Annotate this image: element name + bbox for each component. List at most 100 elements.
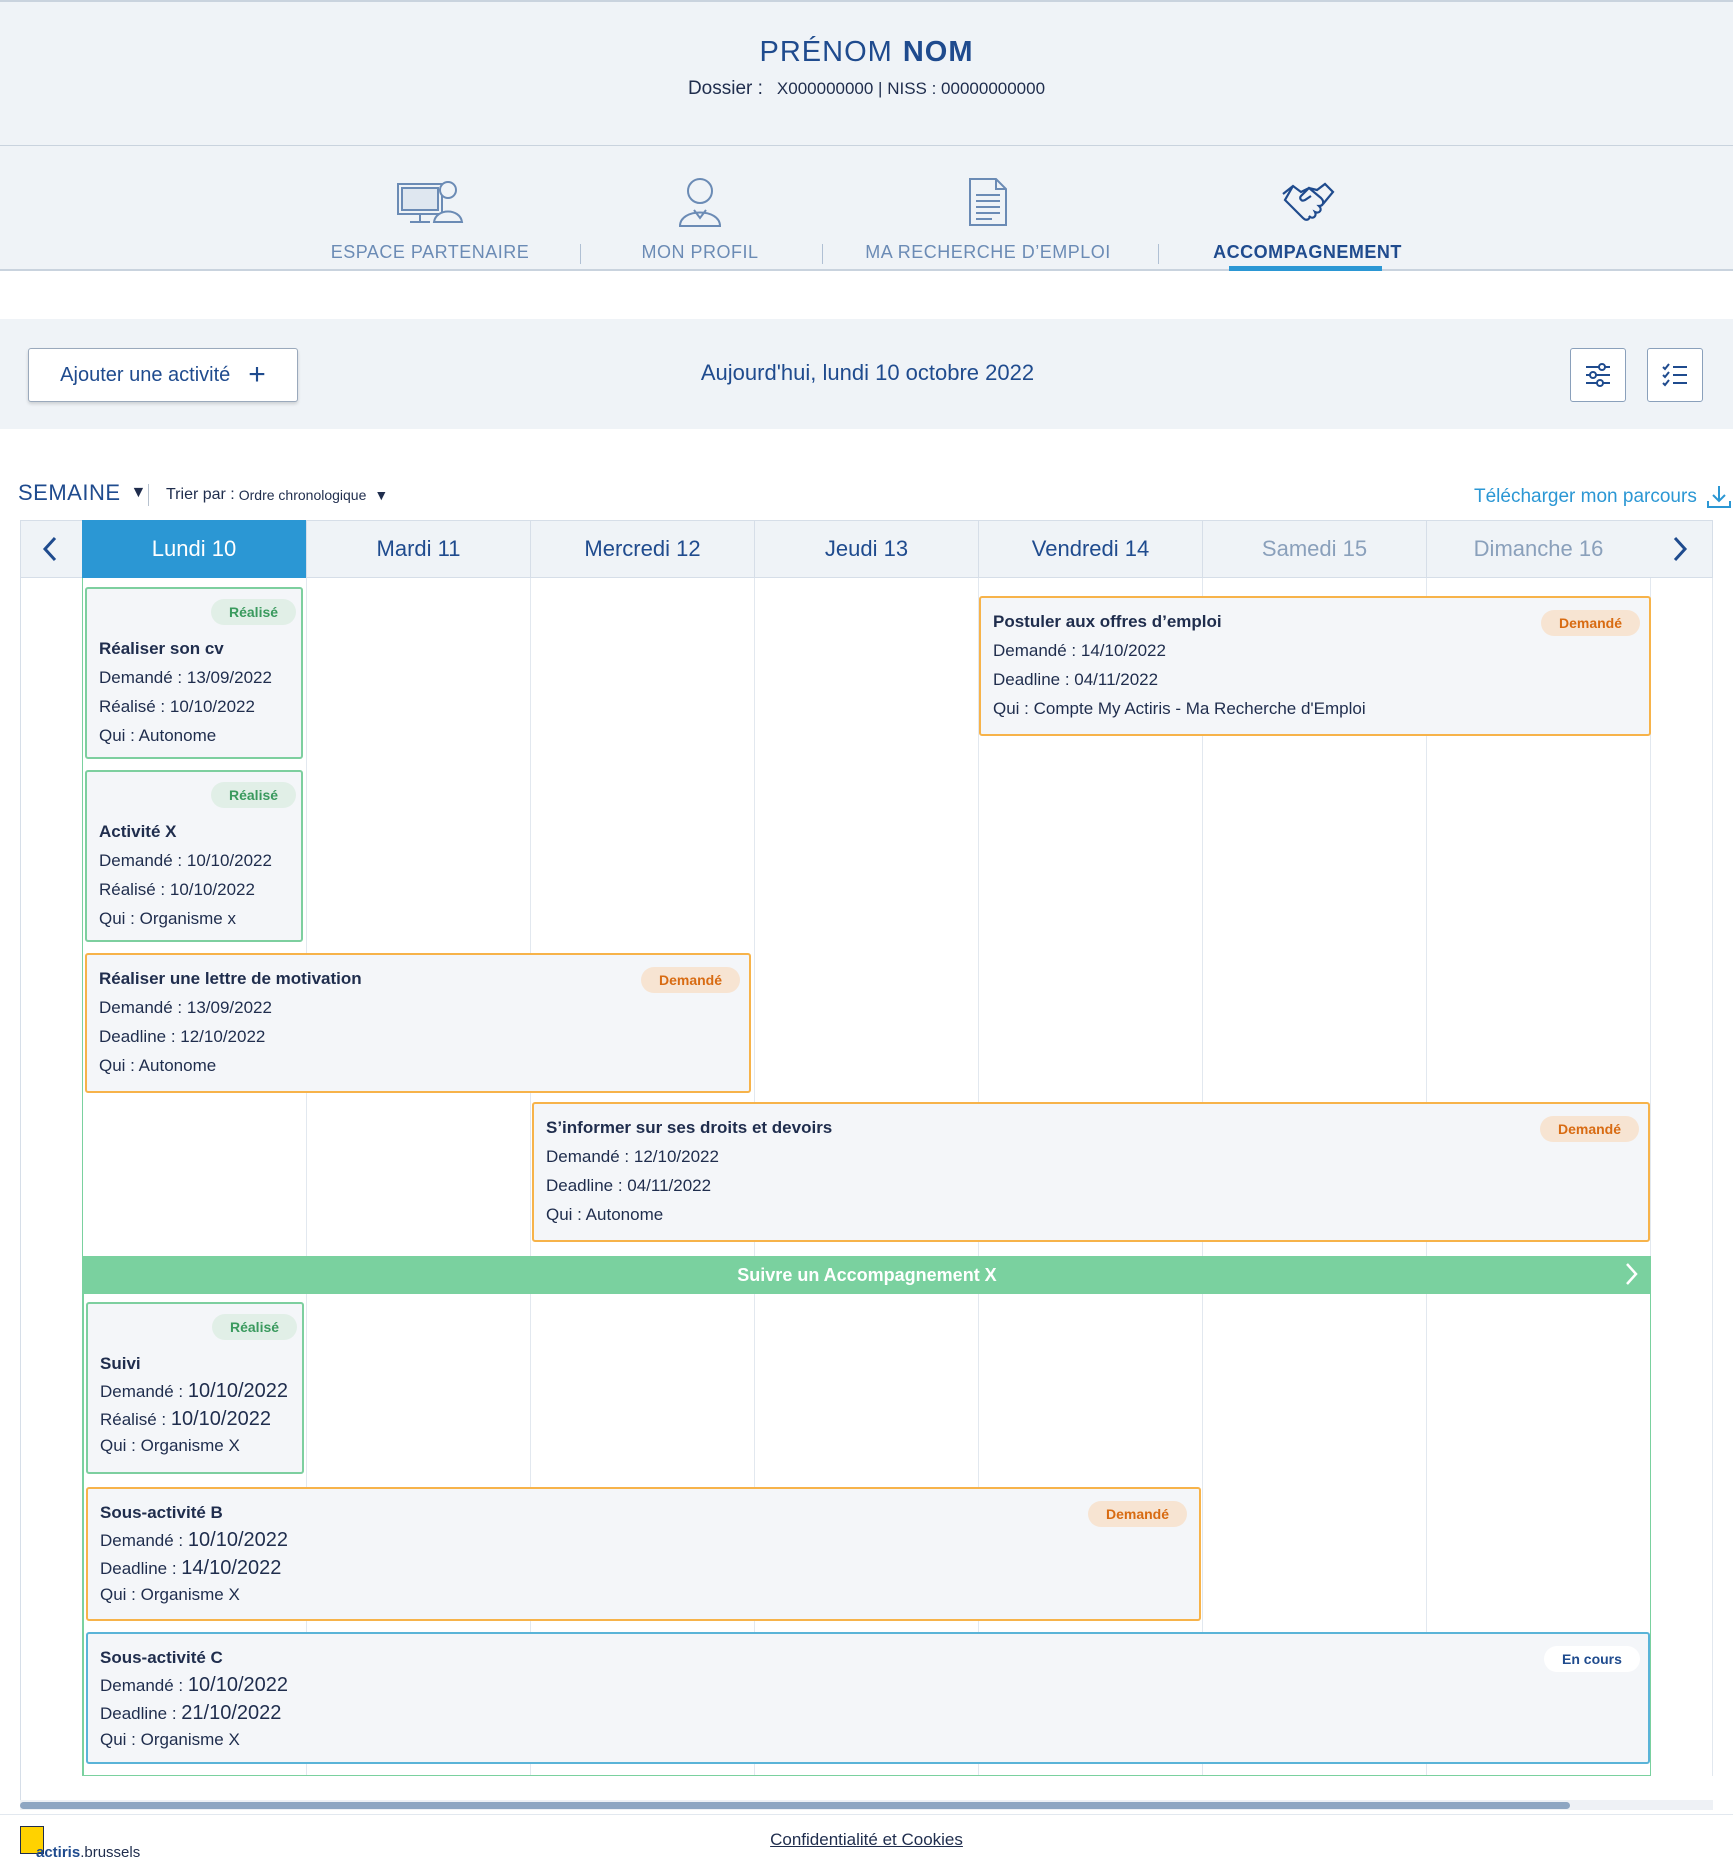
activity-who: Qui : Autonome <box>99 1056 217 1075</box>
scrollbar-thumb[interactable] <box>20 1802 1570 1809</box>
activity-who: Qui : Autonome <box>99 726 217 745</box>
activity-who: Qui : Compte My Actiris - Ma Recherche d… <box>993 699 1366 718</box>
activity-requested: Demandé : 14/10/2022 <box>993 641 1166 660</box>
activity-card-postuler[interactable]: Demandé Postuler aux offres d’emploi Dem… <box>979 596 1651 736</box>
activity-requested: Demandé : 10/10/2022 <box>99 851 272 870</box>
status-badge: En cours <box>1544 1646 1640 1672</box>
chevron-right-icon[interactable] <box>1624 1262 1638 1286</box>
add-activity-label: Ajouter une activité <box>60 363 231 386</box>
nav-item-accompagnement[interactable]: ACCOMPAGNEMENT <box>1213 146 1401 271</box>
download-label: Télécharger mon parcours <box>1474 486 1697 507</box>
user-icon <box>665 174 735 230</box>
status-badge: Demandé <box>1088 1501 1188 1527</box>
nav-label-accompagnement: ACCOMPAGNEMENT <box>1213 242 1402 262</box>
footer-divider <box>0 1814 1733 1815</box>
sort-select[interactable]: Trier par : Ordre chronologique ▼ <box>166 486 388 504</box>
activity-requested: Demandé : 13/09/2022 <box>99 998 272 1017</box>
activity-card-sous-activite-b[interactable]: Demandé Sous-activité B Demandé : 10/10/… <box>86 1487 1201 1621</box>
activity-who: Qui : Autonome <box>546 1205 664 1224</box>
day-header-mercredi[interactable]: Mercredi 12 <box>530 520 754 578</box>
sliders-icon <box>1586 363 1610 387</box>
period-select[interactable]: SEMAINE ▼ <box>18 480 147 506</box>
download-link[interactable]: Télécharger mon parcours <box>1474 485 1731 509</box>
activity-done: Réalisé : 10/10/2022 <box>99 697 255 716</box>
activity-requested: Demandé : 10/10/2022 <box>100 1380 289 1402</box>
add-activity-button[interactable]: Ajouter une activité + <box>28 348 298 402</box>
nav-separator <box>1158 244 1159 264</box>
activity-deadline: Deadline : 04/11/2022 <box>993 670 1159 689</box>
activity-done: Réalisé : 10/10/2022 <box>100 1408 271 1430</box>
activity-who: Qui : Organisme X <box>100 1436 240 1455</box>
document-icon <box>953 174 1023 230</box>
nav-label-espace-partenaire: ESPACE PARTENAIRE <box>330 242 530 262</box>
day-header-dimanche[interactable]: Dimanche 16 <box>1426 520 1650 578</box>
handshake-icon <box>1273 174 1343 230</box>
dossier-value: X000000000 | NISS : 00000000000 <box>776 79 1046 98</box>
profile-header <box>0 0 1733 146</box>
day-header-vendredi[interactable]: Vendredi 14 <box>978 520 1202 578</box>
activity-card-realiser-cv[interactable]: Réalisé Réaliser son cv Demandé : 13/09/… <box>85 587 303 759</box>
activity-deadline: Deadline : 04/11/2022 <box>546 1176 712 1195</box>
checklist-button[interactable] <box>1647 348 1703 402</box>
nav-item-recherche-emploi[interactable]: MA RECHERCHE D’EMPLOI <box>865 146 1110 271</box>
caret-down-icon: ▼ <box>130 484 147 501</box>
computer-user-icon <box>395 174 465 230</box>
previous-week-button[interactable] <box>20 520 80 578</box>
nav-separator <box>822 244 823 264</box>
activity-title: Sous-activité C <box>100 1648 223 1667</box>
nav-item-mon-profil[interactable]: MON PROFIL <box>620 146 780 271</box>
caret-down-icon: ▼ <box>374 487 389 503</box>
divider <box>148 484 149 506</box>
group-header-accompagnement[interactable]: Suivre un Accompagnement X <box>83 1256 1651 1294</box>
day-header-jeudi[interactable]: Jeudi 13 <box>754 520 978 578</box>
activity-card-suivi[interactable]: Réalisé Suivi Demandé : 10/10/2022 Réali… <box>86 1302 304 1474</box>
activity-who: Qui : Organisme X <box>100 1585 240 1604</box>
nav-separator <box>580 244 581 264</box>
privacy-link[interactable]: Confidentialité et Cookies <box>0 1830 1733 1850</box>
dossier-info: Dossier : X000000000 | NISS : 00000000000 <box>0 78 1733 100</box>
period-value: SEMAINE <box>18 480 121 505</box>
next-week-button[interactable] <box>1650 520 1710 578</box>
activity-card-activite-x[interactable]: Réalisé Activité X Demandé : 10/10/2022 … <box>85 770 303 942</box>
status-badge: Demandé <box>1541 610 1641 636</box>
day-header-mardi[interactable]: Mardi 11 <box>306 520 530 578</box>
activity-card-sous-activite-c[interactable]: En cours Sous-activité C Demandé : 10/10… <box>86 1632 1650 1764</box>
first-name: PRÉNOM <box>759 36 893 68</box>
sort-value: Ordre chronologique <box>238 487 367 503</box>
nav-item-espace-partenaire[interactable]: ESPACE PARTENAIRE <box>331 146 529 271</box>
group-title: Suivre un Accompagnement X <box>737 1264 997 1285</box>
activity-done: Réalisé : 10/10/2022 <box>99 880 255 899</box>
activity-requested: Demandé : 10/10/2022 <box>100 1674 289 1696</box>
status-badge: Réalisé <box>211 782 297 808</box>
activity-requested: Demandé : 10/10/2022 <box>100 1529 289 1551</box>
column-line <box>1712 578 1713 1776</box>
day-header-lundi[interactable]: Lundi 10 <box>82 520 306 578</box>
status-badge: Demandé <box>1540 1116 1640 1142</box>
status-badge: Réalisé <box>211 599 297 625</box>
last-name: NOM <box>902 36 974 68</box>
activity-title: S’informer sur ses droits et devoirs <box>546 1118 833 1137</box>
activity-card-lettre-motivation[interactable]: Demandé Réaliser une lettre de motivatio… <box>85 953 751 1093</box>
activity-who: Qui : Organisme x <box>99 909 236 928</box>
filter-button[interactable] <box>1570 348 1626 402</box>
chevron-left-icon <box>42 536 57 562</box>
activity-deadline: Deadline : 12/10/2022 <box>99 1027 266 1046</box>
activity-card-droits-devoirs[interactable]: Demandé S’informer sur ses droits et dev… <box>532 1102 1650 1242</box>
plus-icon: + <box>248 358 266 391</box>
activity-title: Suivi <box>100 1354 141 1373</box>
day-header-samedi[interactable]: Samedi 15 <box>1202 520 1426 578</box>
status-badge: Demandé <box>641 967 741 993</box>
activity-requested: Demandé : 13/09/2022 <box>99 668 272 687</box>
activity-title: Sous-activité B <box>100 1503 223 1522</box>
activity-deadline: Deadline : 21/10/2022 <box>100 1702 282 1724</box>
activity-deadline: Deadline : 14/10/2022 <box>100 1557 282 1579</box>
activity-title: Activité X <box>99 822 177 841</box>
status-badge: Réalisé <box>212 1314 298 1340</box>
user-name: PRÉNOM NOM <box>0 36 1733 69</box>
nav-label-mon-profil: MON PROFIL <box>641 242 759 262</box>
activity-requested: Demandé : 12/10/2022 <box>546 1147 719 1166</box>
today-date: Aujourd'hui, lundi 10 octobre 2022 <box>700 360 1035 385</box>
sort-label: Trier par : <box>166 486 235 503</box>
checklist-icon <box>1662 363 1687 387</box>
dossier-label: Dossier : <box>687 78 763 99</box>
